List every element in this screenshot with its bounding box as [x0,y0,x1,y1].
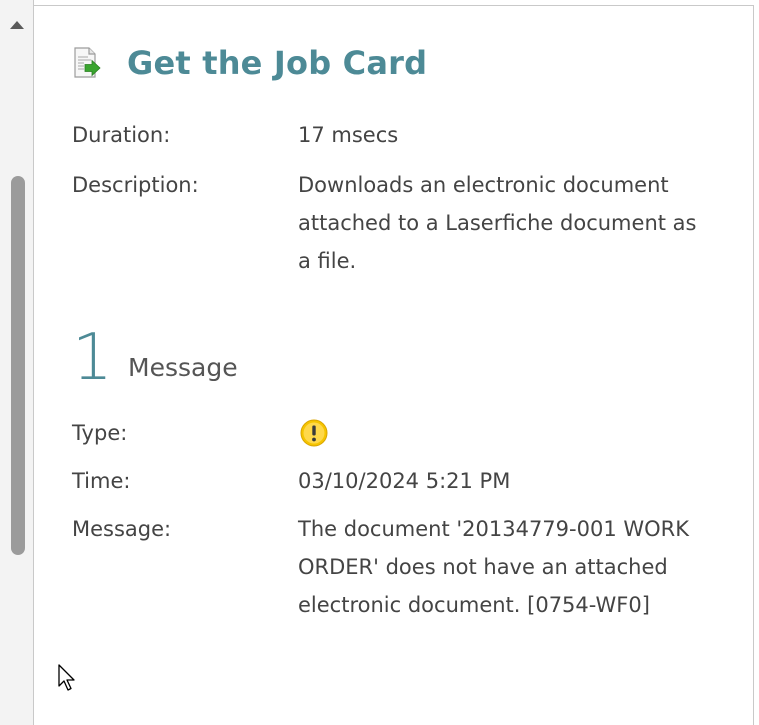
scroll-up-arrow-icon[interactable] [10,21,24,29]
activity-title: Get the Job Card [127,44,428,82]
message-value: The document '20134779-001 WORK ORDER' d… [298,517,690,617]
message-count: 1 [72,321,113,395]
duration-label: Duration: [72,123,171,147]
time-label: Time: [72,469,131,493]
mouse-pointer-icon [58,664,75,691]
download-document-icon [74,47,101,78]
type-label: Type: [72,421,128,445]
window: Get the Job Card Duration: 17 msecs Desc… [0,0,759,725]
activity-details-panel: Get the Job Card Duration: 17 msecs Desc… [34,5,754,725]
messages-section-title: Message [128,353,238,382]
description-value: Downloads an electronic document attache… [298,173,697,273]
message-label: Message: [72,517,172,541]
scrollbar-thumb[interactable] [11,176,25,555]
activity-header: Get the Job Card [72,44,427,82]
time-value: 03/10/2024 5:21 PM [298,469,511,493]
description-label: Description: [72,173,199,197]
warning-icon [300,419,328,447]
vertical-scrollbar[interactable] [0,0,34,725]
duration-value: 17 msecs [298,123,399,147]
